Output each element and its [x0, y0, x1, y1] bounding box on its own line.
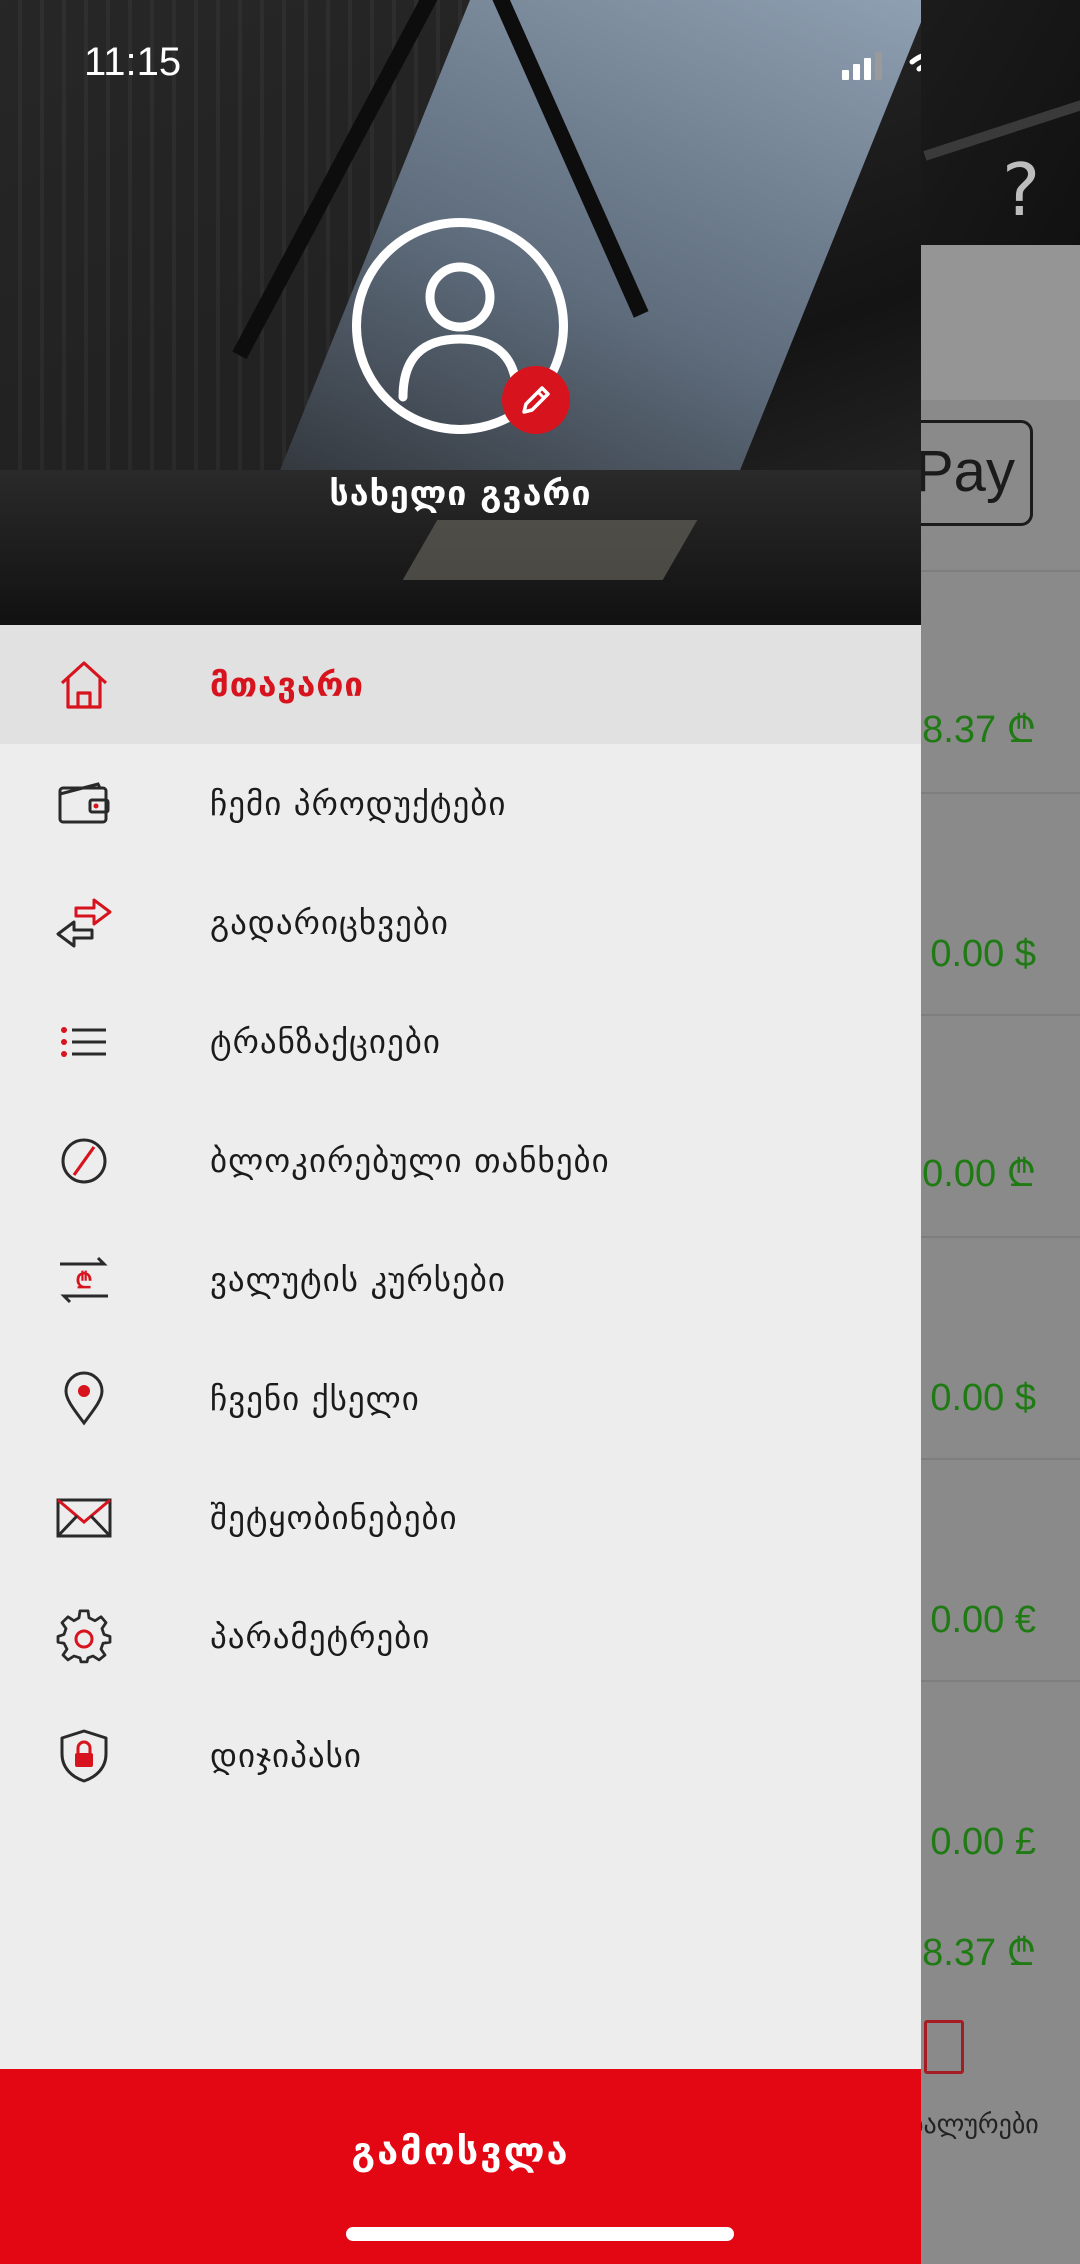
receipt-icon [924, 2020, 964, 2074]
menu-item-home[interactable]: მთავარი [0, 625, 921, 744]
menu-item-label: ჩემი პროდუქტები [210, 784, 507, 823]
menu-item-label: პარამეტრები [210, 1617, 431, 1656]
svg-text:₾: ₾ [76, 1269, 93, 1294]
account-amount: 0.00 € [930, 1599, 1036, 1641]
list-icon [54, 1014, 114, 1070]
menu-item-label: დიჯიპასი [210, 1736, 362, 1775]
status-time: 11:15 [84, 40, 182, 84]
menu-item-blocked-funds[interactable]: ბლოკირებული თანხები [0, 1101, 921, 1220]
shield-lock-icon [54, 1728, 114, 1784]
account-amount: 0.00 $ [930, 1377, 1036, 1419]
location-pin-icon [54, 1371, 114, 1427]
pencil-icon [522, 386, 550, 414]
menu-item-label: ჩვენი ქსელი [210, 1379, 420, 1418]
menu-item-label: ბლოკირებული თანხები [210, 1141, 610, 1180]
menu-item-digipass[interactable]: დიჯიპასი [0, 1696, 921, 1815]
menu-item-transfers[interactable]: გადარიცხვები [0, 863, 921, 982]
menu-item-transactions[interactable]: ტრანზაქციები [0, 982, 921, 1101]
account-amount: 0.00 £ [930, 1821, 1036, 1863]
menu-item-messages[interactable]: შეტყობინებები [0, 1458, 921, 1577]
gear-icon [54, 1609, 114, 1665]
wallet-icon [54, 776, 114, 832]
blocked-icon [54, 1133, 114, 1189]
menu-item-our-network[interactable]: ჩვენი ქსელი [0, 1339, 921, 1458]
menu-item-settings[interactable]: პარამეტრები [0, 1577, 921, 1696]
menu-item-currency-rates[interactable]: ₾ ვალუტის კურსები [0, 1220, 921, 1339]
envelope-icon [54, 1490, 114, 1546]
currency-exchange-icon: ₾ [54, 1252, 114, 1308]
total-amount: 8.37 ₾ [922, 1932, 1036, 1974]
edit-profile-button[interactable] [502, 366, 570, 434]
side-drawer: 11:15 სახელი გვარი მთავარი ჩემი პროდუქტე… [0, 0, 921, 2264]
logout-label: გამოსვლა [351, 2129, 570, 2173]
menu-item-label: ვალუტის კურსები [210, 1260, 506, 1299]
home-icon [54, 657, 114, 713]
profile-header: 11:15 სახელი გვარი [0, 0, 921, 625]
menu-item-label: შეტყობინებები [210, 1498, 458, 1537]
bottom-tab-label: ბალურები [910, 2110, 1039, 2140]
help-icon: ? [1002, 148, 1041, 232]
menu-item-label: ტრანზაქციები [210, 1022, 441, 1061]
drawer-menu: მთავარი ჩემი პროდუქტები გადარიცხვები ტრა… [0, 625, 921, 1815]
menu-item-label: მთავარი [210, 665, 365, 704]
wifi-icon [909, 53, 921, 72]
account-amount: 8.37 ₾ [922, 709, 1036, 751]
user-name: სახელი გვარი [329, 474, 592, 514]
menu-item-my-products[interactable]: ჩემი პროდუქტები [0, 744, 921, 863]
signal-icon [842, 52, 882, 80]
account-amount: 0.00 ₾ [922, 1153, 1036, 1195]
account-amount: 0.00 $ [930, 933, 1036, 975]
transfer-arrows-icon [54, 895, 114, 951]
status-icons [842, 46, 921, 90]
menu-item-label: გადარიცხვები [210, 903, 449, 942]
home-indicator[interactable] [346, 2227, 734, 2241]
